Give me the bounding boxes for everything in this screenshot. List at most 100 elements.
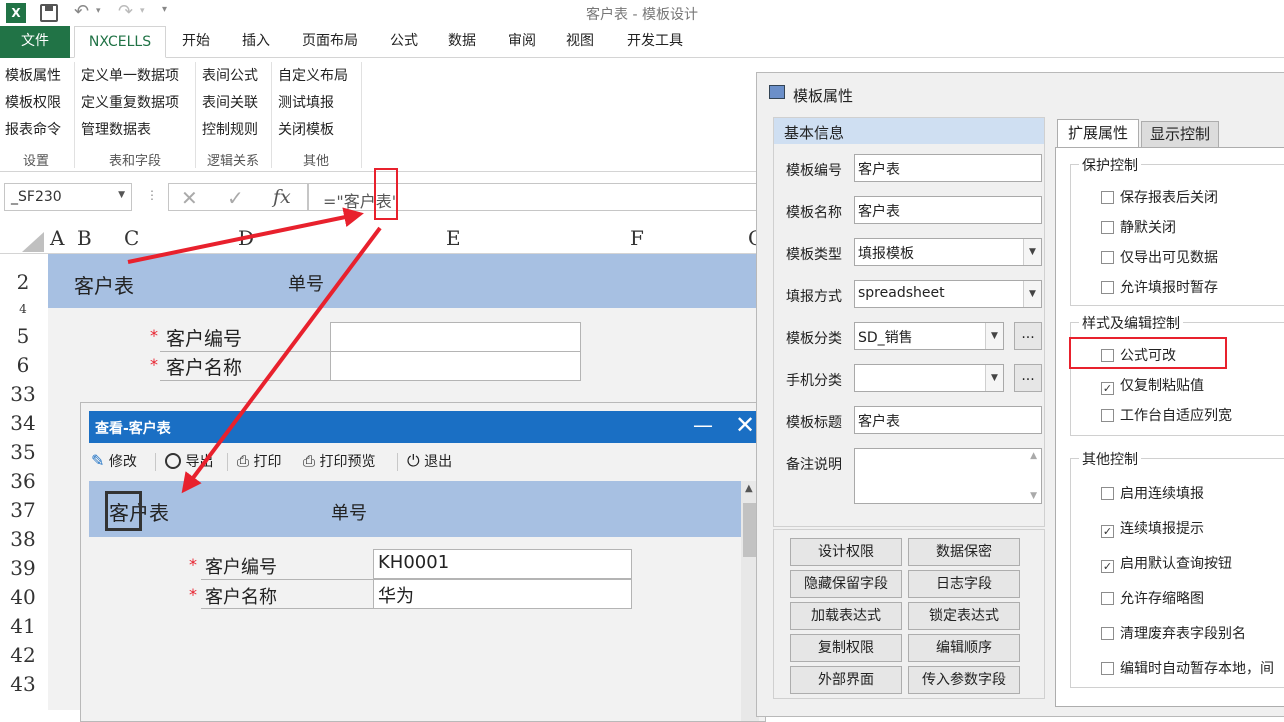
checkbox-auto-width[interactable]: 工作台自适应列宽	[1101, 405, 1232, 425]
scroll-thumb[interactable]	[743, 503, 757, 557]
exit-button[interactable]: ⏻ 退出	[407, 451, 452, 471]
sheet-field-input[interactable]	[330, 351, 581, 381]
checkbox-clean-alias[interactable]: 清理废弃表字段别名	[1101, 623, 1246, 643]
checkbox-continuous-hint[interactable]: ✓ 连续填报提示	[1101, 518, 1204, 538]
chevron-down-icon[interactable]: ▼	[1023, 281, 1041, 307]
tab-display-control[interactable]: 显示控制	[1141, 121, 1219, 147]
checkbox-thumbnail[interactable]: 允许存缩略图	[1101, 588, 1204, 608]
view-dialog-titlebar[interactable]: 查看-客户表 — ✕	[89, 411, 763, 443]
tab-review[interactable]: 审阅	[498, 26, 546, 58]
checkbox-auto-save-local[interactable]: 编辑时自动暂存本地，间	[1101, 658, 1274, 678]
row-header[interactable]: 43	[0, 672, 46, 696]
mobile-category-select[interactable]: ▼	[854, 364, 1004, 392]
fill-mode-select[interactable]: spreadsheet ▼	[854, 280, 1042, 308]
load-expr-button[interactable]: 加载表达式	[790, 602, 902, 630]
ribbon-btn-define-single[interactable]: 定义单一数据项	[81, 65, 179, 85]
props-dialog-titlebar[interactable]: 模板属性	[757, 73, 1284, 109]
name-box[interactable]: _SF230 ▼	[4, 183, 132, 211]
row-header[interactable]: 2	[0, 270, 46, 294]
chevron-down-icon[interactable]: ▼	[985, 365, 1003, 391]
row-header[interactable]: 37	[0, 498, 46, 522]
row-header[interactable]: 35	[0, 440, 46, 464]
copy-perms-button[interactable]: 复制权限	[790, 634, 902, 662]
checkbox-default-query[interactable]: ✓ 启用默认查询按钮	[1101, 553, 1232, 573]
remarks-textarea[interactable]: ▲ ▼	[854, 448, 1042, 504]
mobile-category-browse-button[interactable]: ...	[1014, 364, 1042, 392]
template-id-field[interactable]: 客户表	[854, 154, 1042, 182]
ribbon-btn-report-cmd[interactable]: 报表命令	[5, 119, 61, 139]
print-button[interactable]: ⎙ 打印	[237, 451, 281, 471]
ribbon-btn-control-rules[interactable]: 控制规则	[202, 119, 258, 139]
row-header[interactable]: 39	[0, 556, 46, 580]
log-fields-button[interactable]: 日志字段	[908, 570, 1020, 598]
tab-view[interactable]: 视图	[556, 26, 604, 58]
row-header[interactable]: 4	[0, 302, 46, 316]
sheet-field-label[interactable]: 客户名称	[166, 353, 242, 380]
scroll-down-icon[interactable]: ▼	[1030, 491, 1037, 501]
scroll-up-icon[interactable]: ▲	[745, 483, 753, 494]
row-header[interactable]: 42	[0, 643, 46, 667]
select-all-corner[interactable]	[22, 232, 44, 252]
tab-extended-props[interactable]: 扩展属性	[1057, 119, 1139, 147]
chevron-down-icon[interactable]: ▼	[1023, 239, 1041, 265]
tab-file[interactable]: 文件	[0, 26, 70, 58]
checkbox-continuous-fill[interactable]: 启用连续填报	[1101, 483, 1204, 503]
row-header[interactable]: 5	[0, 324, 46, 348]
category-browse-button[interactable]: ...	[1014, 322, 1042, 350]
ribbon-btn-template-props[interactable]: 模板属性	[5, 65, 61, 85]
view-order-label[interactable]: 单号	[331, 499, 367, 525]
minimize-icon[interactable]: —	[693, 413, 713, 437]
data-secrecy-button[interactable]: 数据保密	[908, 538, 1020, 566]
template-title-field[interactable]: 客户表	[854, 406, 1042, 434]
checkbox-allow-draft[interactable]: 允许填报时暂存	[1101, 277, 1218, 297]
print-preview-button[interactable]: ⎙ 打印预览	[303, 451, 375, 471]
ribbon-btn-define-repeat[interactable]: 定义重复数据项	[81, 92, 179, 112]
sheet-title-cell[interactable]: 客户表	[74, 270, 134, 299]
checkbox-close-after-save[interactable]: 保存报表后关闭	[1101, 187, 1218, 207]
external-ui-button[interactable]: 外部界面	[790, 666, 902, 694]
column-header-f[interactable]: F	[630, 226, 644, 250]
enter-icon[interactable]: ✓	[227, 186, 244, 210]
tab-home[interactable]: 开始	[172, 26, 220, 58]
row-header[interactable]: 33	[0, 382, 46, 406]
row-header[interactable]: 36	[0, 469, 46, 493]
checkbox-silent-close[interactable]: 静默关闭	[1101, 217, 1176, 237]
hidden-fields-button[interactable]: 隐藏保留字段	[790, 570, 902, 598]
lock-expr-button[interactable]: 锁定表达式	[908, 602, 1020, 630]
chevron-down-icon[interactable]: ▼	[118, 190, 125, 200]
checkbox-export-visible[interactable]: 仅导出可见数据	[1101, 247, 1218, 267]
view-field-value[interactable]: 华为	[373, 579, 632, 609]
sheet-order-label[interactable]: 单号	[288, 270, 324, 296]
checkbox-paste-values[interactable]: ✓ 仅复制粘贴值	[1101, 375, 1204, 395]
column-header-e[interactable]: E	[446, 226, 461, 250]
template-name-field[interactable]: 客户表	[854, 196, 1042, 224]
template-type-select[interactable]: 填报模板 ▼	[854, 238, 1042, 266]
ribbon-btn-close-template[interactable]: 关闭模板	[278, 119, 334, 139]
tab-data[interactable]: 数据	[438, 26, 486, 58]
row-header[interactable]: 6	[0, 353, 46, 377]
ribbon-btn-table-link[interactable]: 表间关联	[202, 92, 258, 112]
row-header[interactable]: 34	[0, 411, 46, 435]
input-params-button[interactable]: 传入参数字段	[908, 666, 1020, 694]
design-perms-button[interactable]: 设计权限	[790, 538, 902, 566]
cancel-icon[interactable]: ✕	[181, 186, 198, 210]
row-header[interactable]: 40	[0, 585, 46, 609]
category-select[interactable]: SD_销售 ▼	[854, 322, 1004, 350]
tab-nxcells[interactable]: NXCELLS	[74, 26, 166, 58]
edit-order-button[interactable]: 编辑顺序	[908, 634, 1020, 662]
ribbon-btn-manage-tables[interactable]: 管理数据表	[81, 119, 151, 139]
column-header-b[interactable]: B	[77, 226, 92, 250]
column-header-c[interactable]: C	[124, 226, 139, 250]
row-header[interactable]: 38	[0, 527, 46, 551]
chevron-down-icon[interactable]: ▼	[985, 323, 1003, 349]
ribbon-btn-custom-layout[interactable]: 自定义布局	[278, 65, 348, 85]
insert-function-icon[interactable]: fx	[273, 186, 291, 208]
column-header-a[interactable]: A	[50, 226, 64, 250]
sheet-field-input[interactable]	[330, 322, 581, 352]
column-header-d[interactable]: D	[238, 226, 254, 250]
sheet-field-label[interactable]: 客户编号	[166, 324, 242, 351]
tab-formulas[interactable]: 公式	[380, 26, 428, 58]
edit-button[interactable]: ✎ 修改	[91, 451, 137, 471]
ribbon-btn-template-perms[interactable]: 模板权限	[5, 92, 61, 112]
tab-developer[interactable]: 开发工具	[616, 26, 694, 58]
